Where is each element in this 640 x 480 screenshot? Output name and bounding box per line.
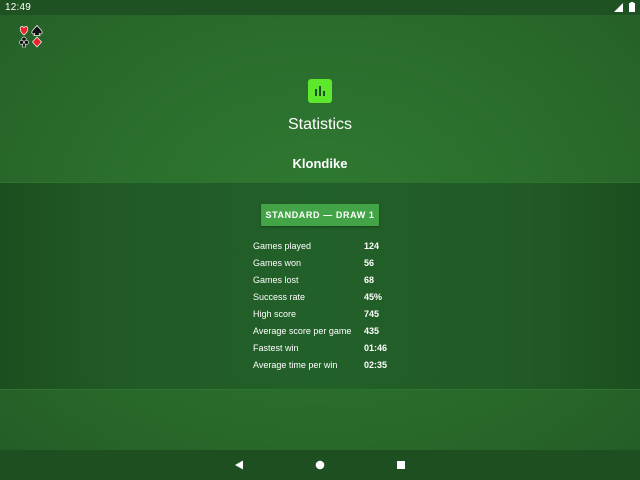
stat-row-fastest-win: Fastest win 01:46 [253,341,423,358]
stat-label: High score [253,309,297,319]
stat-value: 45% [364,292,383,302]
stat-label: Games lost [253,275,299,285]
back-icon[interactable] [234,460,244,470]
game-mode-button[interactable]: STANDARD — DRAW 1 [261,204,379,226]
recents-icon[interactable] [396,460,406,470]
stat-value: 745 [364,309,380,319]
stat-row-games-lost: Games lost 68 [253,273,423,290]
stat-label: Success rate [253,292,306,302]
stat-value: 435 [364,326,380,336]
stat-row-high-score: High score 745 [253,307,423,324]
stat-label: Average score per game [253,326,352,336]
stat-row-games-played: Games played 124 [253,239,423,256]
status-bar: 12:49 [0,0,640,15]
stat-label: Games won [253,258,302,268]
card-suits-logo-icon[interactable] [18,23,44,49]
status-time: 12:49 [5,2,32,13]
stat-value: 68 [364,275,375,285]
stat-row-average-time: Average time per win 02:35 [253,358,423,375]
stat-row-success-rate: Success rate 45% [253,290,423,307]
page-title: Statistics [287,116,352,133]
game-name: Klondike [292,156,348,171]
stat-value: 02:35 [364,360,388,370]
stat-value: 56 [364,258,375,268]
battery-icon [629,2,635,12]
statistics-panel: STANDARD — DRAW 1 Games played 124 Games… [0,182,640,390]
stat-row-games-won: Games won 56 [253,256,423,273]
stat-value: 01:46 [364,343,388,353]
stat-value: 124 [364,241,380,251]
home-icon[interactable] [315,460,325,470]
bar-chart-icon [308,79,332,103]
stat-label: Average time per win [253,360,338,370]
statistics-screen: Statistics Klondike STANDARD — DRAW 1 Ga… [0,15,640,450]
stat-label: Fastest win [253,343,299,353]
stat-label: Games played [253,241,312,251]
signal-icon [614,3,623,12]
stat-row-average-score: Average score per game 435 [253,324,423,341]
navigation-bar [0,450,640,480]
stats-table: Games played 124 Games won 56 Games lost… [253,239,423,375]
